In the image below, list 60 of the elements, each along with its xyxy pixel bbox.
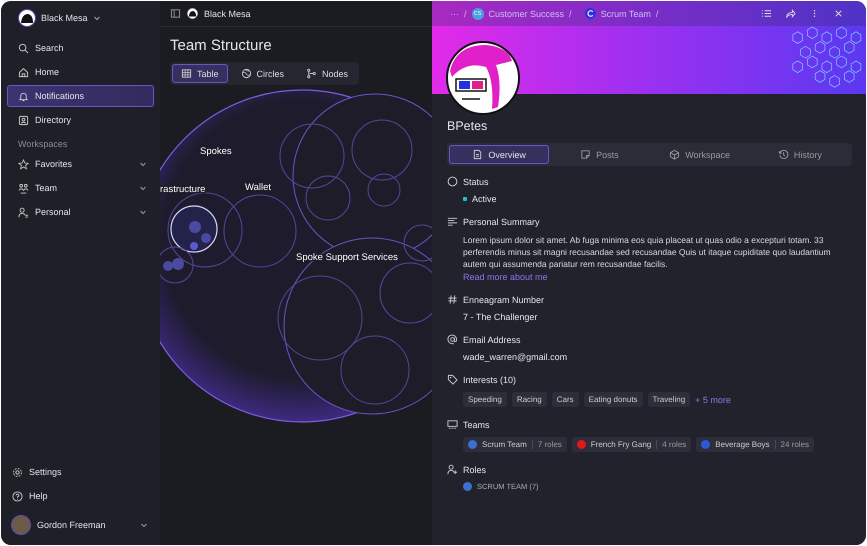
field-label: Email Address: [463, 334, 521, 344]
view-tab[interactable]: Circles: [232, 64, 294, 83]
field-label: Personal Summary: [463, 216, 540, 226]
footer-link[interactable]: Settings: [7, 461, 154, 483]
field-label: Enneagram Number: [463, 294, 544, 304]
profile-name: BPetes: [447, 119, 488, 133]
interest-tag: Racing: [512, 392, 547, 407]
team-chip[interactable]: Scrum Team 7 roles: [463, 437, 567, 452]
breadcrumb[interactable]: Black Mesa: [204, 8, 251, 18]
interest-tag: Speeding: [463, 392, 507, 407]
interest-tag: Eating donuts: [584, 392, 643, 407]
profile-tab[interactable]: Overview: [449, 145, 550, 164]
section-title: Workspaces: [17, 138, 68, 151]
circle-label: rastructure: [160, 184, 206, 195]
breadcrumb[interactable]: Customer Success: [488, 8, 564, 18]
field-label: Status: [463, 176, 489, 186]
footer-link[interactable]: Help: [7, 485, 154, 507]
workspace-item[interactable]: Favorites: [7, 153, 154, 175]
breadcrumb[interactable]: ···: [450, 8, 459, 18]
view-tab[interactable]: Nodes: [297, 64, 358, 83]
nav-item[interactable]: Notifications: [7, 85, 154, 107]
user-menu[interactable]: Gordon Freeman: [7, 509, 154, 537]
status-value: Active: [472, 194, 497, 204]
breadcrumb-separator: /: [464, 8, 467, 18]
nav-item[interactable]: Home: [7, 61, 154, 83]
page-title: Team Structure: [170, 37, 273, 54]
role-count: 24 roles: [774, 440, 809, 449]
breadcrumb-separator: /: [656, 8, 658, 18]
summary-text: Lorem ipsum dolor sit amet. Ab fuga minima eos quia placeat ut quas odio a excepturi totam. 33 perferendis minus sit magni recusandae sed recusandae Quis ut itaque cupiditate quo laudantium autem qui assumenda pariatur rem recusandae facilis.: [463, 234, 832, 270]
field-value: 7 - The Challenger: [463, 312, 538, 322]
field-value: wade_warren@gmail.com: [463, 352, 568, 362]
profile-tab[interactable]: History: [750, 145, 850, 164]
role-count: 7 roles: [532, 440, 562, 449]
interest-tag: Cars: [552, 392, 579, 407]
view-tab[interactable]: Table: [172, 64, 228, 83]
circle-label: Spokes: [200, 146, 232, 157]
team-name: Beverage Boys: [715, 440, 770, 449]
interest-tag: Traveling: [648, 392, 690, 407]
team-name: French Fry Gang: [590, 440, 652, 449]
breadcrumb-separator: /: [569, 8, 572, 18]
field-label: Interests (10): [463, 374, 516, 384]
nav-item[interactable]: Search: [7, 37, 154, 59]
role-count: 4 roles: [656, 440, 686, 449]
workspace-name: Black Mesa: [41, 13, 88, 23]
team-chip[interactable]: Beverage Boys 24 roles: [696, 437, 814, 452]
workspace-switcher[interactable]: Black Mesa: [7, 9, 154, 27]
team-name: Scrum Team: [482, 440, 527, 449]
nav-item[interactable]: Directory: [7, 109, 154, 131]
profile-tab[interactable]: Posts: [549, 145, 650, 164]
read-more-link[interactable]: Read more about me: [463, 272, 548, 282]
profile-tab[interactable]: Workspace: [650, 145, 750, 164]
field-label: Roles: [463, 464, 486, 474]
breadcrumb[interactable]: Scrum Team: [600, 8, 651, 18]
more-tags-link[interactable]: + 5 more: [695, 394, 731, 404]
circle-label: Wallet: [245, 182, 272, 193]
field-label: Teams: [463, 420, 490, 430]
team-chip[interactable]: French Fry Gang 4 roles: [572, 437, 692, 452]
user-name: Gordon Freeman: [37, 520, 107, 530]
workspace-item[interactable]: Team: [7, 177, 154, 199]
workspace-item[interactable]: Personal: [7, 201, 154, 223]
